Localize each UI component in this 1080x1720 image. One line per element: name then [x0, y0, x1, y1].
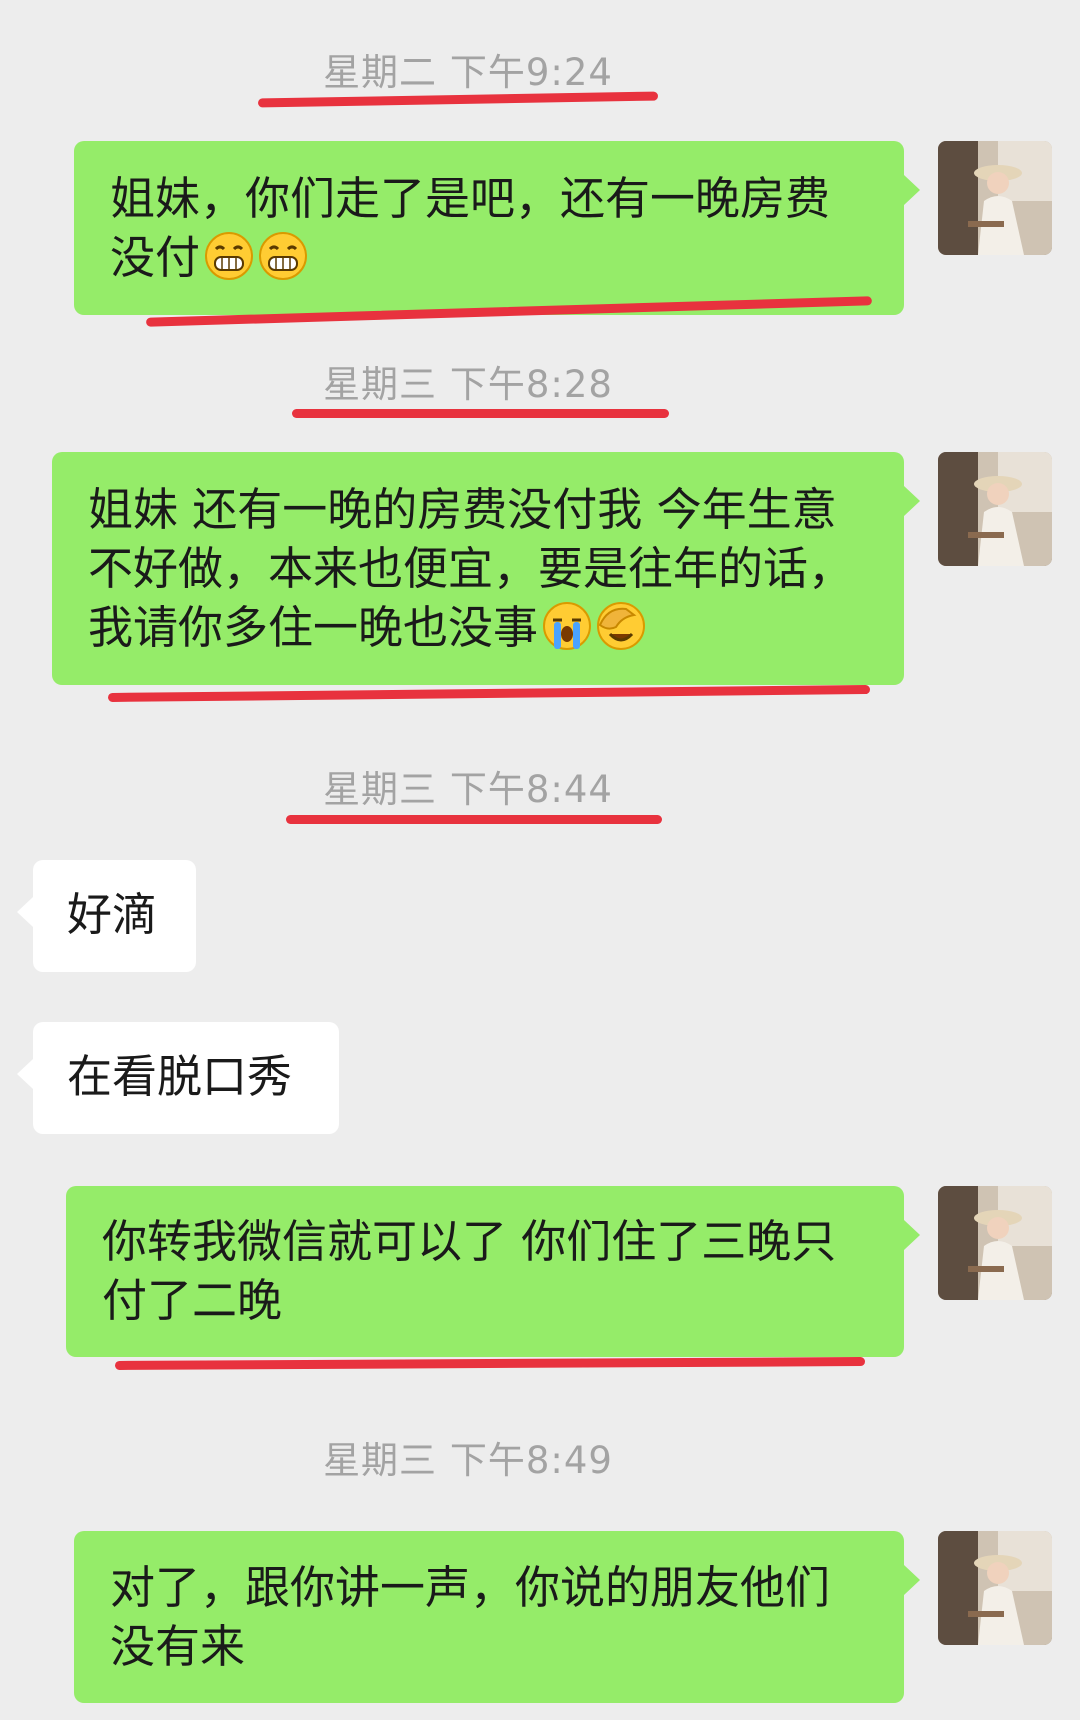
message-text: 好滴 — [67, 888, 158, 941]
avatar[interactable] — [938, 1186, 1052, 1300]
avatar[interactable] — [938, 141, 1052, 255]
message-text: 你转我微信就可以了 你们住了三晚只付了二晚 — [102, 1215, 837, 1327]
facepalm-emoji — [596, 601, 646, 651]
sent-message-bubble[interactable]: 姐妹，你们走了是吧，还有一晚房费没付 — [74, 141, 920, 315]
message-text: 对了，跟你讲一声，你说的朋友他们没有来 — [110, 1561, 831, 1673]
crying-emoji — [542, 601, 592, 651]
sent-message-bubble[interactable]: 姐妹 还有一晚的房费没付我 今年生意不好做，本来也便宜，要是往年的话，我请你多住… — [52, 452, 920, 685]
annotation-underline — [107, 685, 871, 702]
message-text: 在看脱口秀 — [67, 1050, 293, 1103]
message-text: 姐妹 还有一晚的房费没付我 今年生意不好做，本来也便宜，要是往年的话，我请你多住… — [88, 483, 854, 654]
annotation-underline — [114, 1357, 866, 1370]
annotation-underline — [286, 815, 662, 824]
avatar[interactable] — [938, 1531, 1052, 1645]
timestamp: 星期二 下午9:24 — [323, 51, 613, 94]
timestamp: 星期三 下午8:49 — [323, 1439, 613, 1482]
grin-emoji — [204, 231, 254, 281]
received-message-bubble[interactable]: 好滴 — [17, 860, 196, 972]
sent-message-bubble[interactable]: 对了，跟你讲一声，你说的朋友他们没有来 — [74, 1531, 920, 1703]
sent-message-bubble[interactable]: 你转我微信就可以了 你们住了三晚只付了二晚 — [66, 1186, 920, 1357]
avatar[interactable] — [938, 452, 1052, 566]
timestamp: 星期三 下午8:44 — [323, 768, 613, 811]
grin-emoji — [258, 231, 308, 281]
timestamp: 星期三 下午8:28 — [323, 363, 613, 406]
annotation-underline — [292, 409, 669, 418]
received-message-bubble[interactable]: 在看脱口秀 — [17, 1022, 339, 1134]
chat-area[interactable]: 星期二 下午9:24 姐妹，你们走了是吧，还有一晚房费没付 星期三 下午8:28… — [0, 0, 1080, 1720]
